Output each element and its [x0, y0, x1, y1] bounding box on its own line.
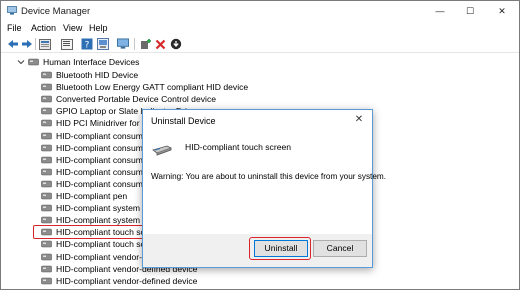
menu-help[interactable]: Help — [89, 23, 108, 33]
properties-icon[interactable] — [61, 38, 73, 50]
update-driver-icon[interactable] — [140, 38, 152, 50]
hid-device-icon — [41, 95, 52, 103]
maximize-button[interactable]: ☐ — [455, 1, 485, 21]
title-bar: Device Manager — ☐ ✕ — [1, 1, 519, 21]
selected-device-highlight — [33, 225, 145, 239]
touch-screen-icon — [152, 145, 173, 156]
hid-device-icon — [41, 71, 52, 79]
hid-device-icon — [41, 107, 52, 115]
tree-device-item[interactable]: HID-compliant vendor-defined device — [41, 275, 511, 287]
hid-device-icon — [41, 277, 52, 284]
close-button[interactable]: ✕ — [487, 1, 517, 21]
hid-device-icon — [41, 253, 52, 260]
device-manager-window: Device Manager — ☐ ✕ File Action View He… — [0, 0, 520, 290]
device-manager-icon — [7, 6, 17, 15]
window-title: Device Manager — [21, 6, 91, 17]
hid-device-icon — [41, 265, 52, 272]
hid-device-icon — [41, 216, 52, 224]
device-manager-view-icon[interactable] — [39, 38, 51, 50]
hid-device-icon — [41, 83, 52, 91]
tree-group-human-interface-devices[interactable]: Human Interface Devices — [28, 56, 228, 68]
hid-device-icon — [41, 192, 52, 200]
chevron-down-icon[interactable] — [17, 58, 25, 66]
menu-action[interactable]: Action — [31, 23, 56, 33]
hid-device-icon — [41, 241, 52, 248]
tree-device-item[interactable]: Bluetooth Low Energy GATT compliant HID … — [41, 81, 511, 93]
menu-view[interactable]: View — [63, 23, 82, 33]
dialog-device-name: HID-compliant touch screen — [185, 142, 292, 152]
back-arrow-icon[interactable] — [7, 38, 19, 50]
scan-hardware-icon[interactable] — [97, 38, 109, 50]
menu-bar: File Action View Help — [1, 21, 519, 35]
help-icon[interactable]: ? — [81, 38, 93, 50]
hid-device-icon — [41, 144, 52, 151]
hid-group-icon — [28, 58, 39, 66]
uninstall-device-icon[interactable] — [154, 38, 166, 50]
hid-device-icon — [41, 168, 52, 176]
dialog-title: Uninstall Device — [151, 116, 216, 126]
hid-device-icon — [41, 180, 52, 188]
hid-device-icon — [41, 156, 52, 163]
menu-file[interactable]: File — [7, 23, 22, 33]
tree-device-item[interactable]: Bluetooth HID Device — [41, 69, 511, 81]
uninstall-button-highlight — [249, 237, 311, 260]
minimize-button[interactable]: — — [425, 1, 455, 21]
download-icon[interactable] — [170, 38, 182, 50]
uninstall-device-dialog: Uninstall Device ✕ HID-compliant touch s… — [142, 109, 386, 268]
forward-arrow-icon[interactable] — [21, 38, 33, 50]
hid-device-icon — [41, 120, 52, 127]
cancel-button[interactable]: Cancel — [313, 240, 367, 257]
dialog-close-button[interactable]: ✕ — [353, 114, 365, 126]
toolbar: ? — [1, 36, 519, 53]
monitor-icon[interactable] — [117, 38, 129, 50]
hid-device-icon — [41, 204, 52, 212]
dialog-warning-text: Warning: You are about to uninstall this… — [151, 172, 386, 181]
hid-device-icon — [41, 132, 52, 139]
tree-device-item[interactable]: Converted Portable Device Control device — [41, 93, 511, 105]
svg-text:?: ? — [85, 41, 90, 51]
